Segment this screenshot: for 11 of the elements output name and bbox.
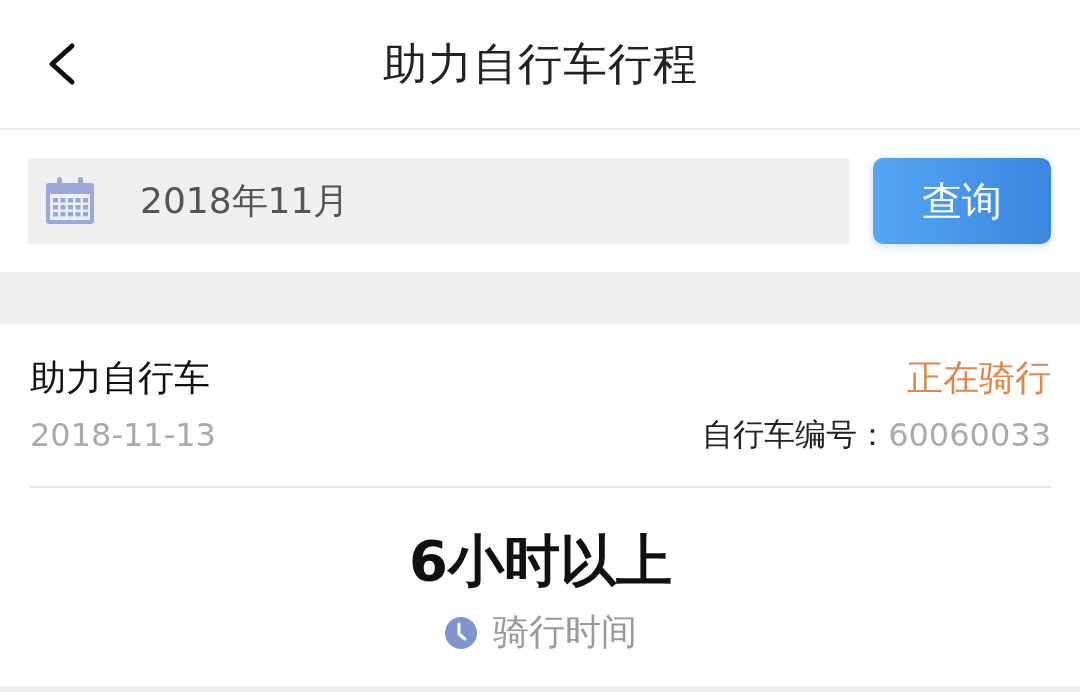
ride-duration: 6小时以上 [409, 527, 672, 595]
bike-number: 60060033 [888, 416, 1051, 454]
page-title: 助力自行车行程 [382, 36, 698, 91]
trip-title: 助力自行车 [30, 355, 210, 400]
ride-duration-label: 骑行时间 [492, 610, 637, 654]
trip-status: 正在骑行 [907, 355, 1051, 400]
clock-icon [444, 616, 477, 649]
bike-number-label: 自行车编号： [702, 415, 889, 454]
calendar-icon [44, 176, 96, 226]
trip-date: 2018-11-13 [30, 416, 216, 454]
date-field[interactable]: 2018年11月 [28, 158, 849, 244]
